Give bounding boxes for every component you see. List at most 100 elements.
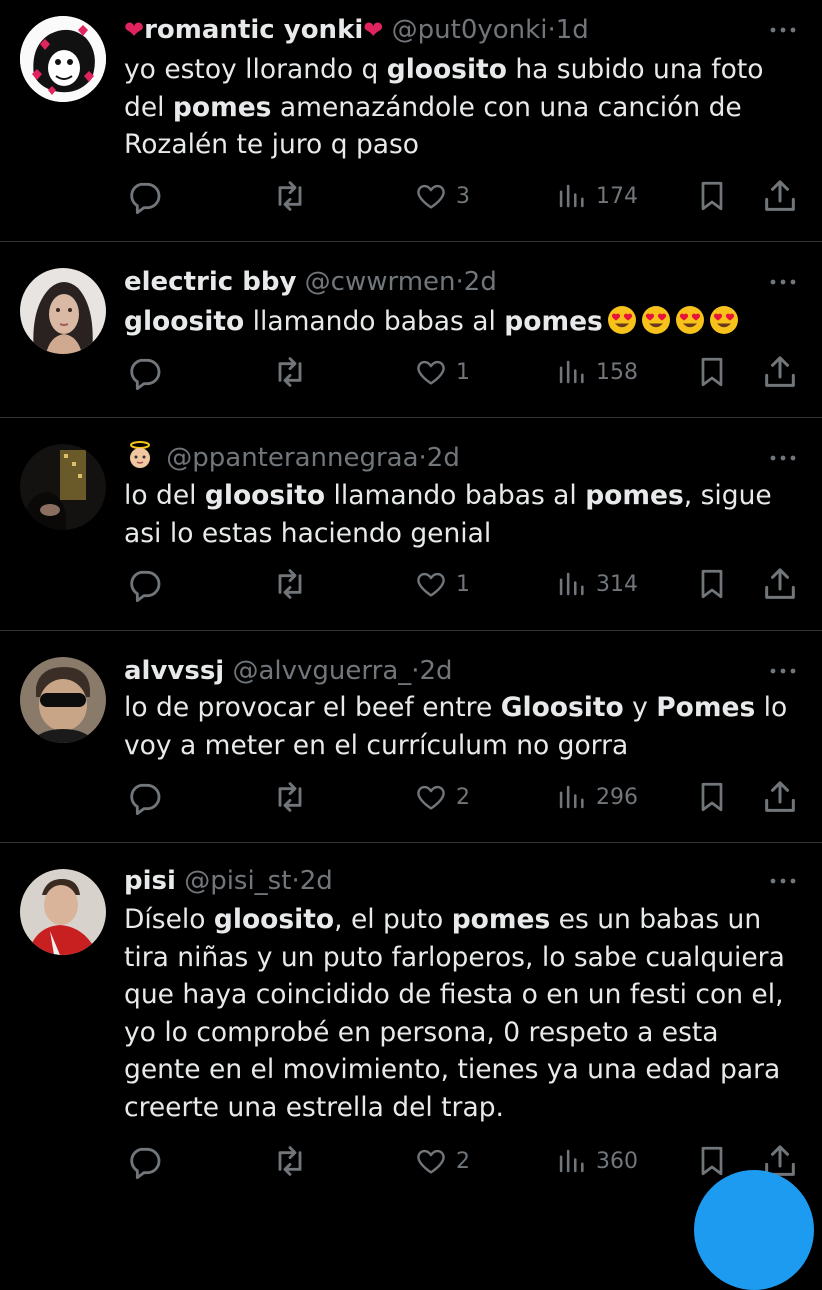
avatar[interactable] [20,268,106,354]
bookmark-button[interactable] [694,777,730,817]
share-icon [765,781,795,812]
tweet[interactable]: ❤romantic yonki❤ @put0yonki·1d yo estoy … [0,0,822,242]
text-line: Rozalén te juro q paso [124,129,420,160]
user-handle[interactable]: @ppanterannegraa [166,443,418,473]
text-line: creerte una estrella del trap. [124,1091,504,1123]
avatar[interactable] [20,869,106,955]
retweet-icon [278,1146,302,1176]
retweet-button[interactable] [270,352,310,392]
views-button[interactable]: 296 [554,777,638,817]
more-icon[interactable] [766,20,800,40]
user-handle[interactable]: @alvvguerra_ [232,656,411,686]
reply-button[interactable] [124,564,164,604]
action-bar: 1 314 [124,564,804,604]
user-handle[interactable]: @put0yonki [392,15,548,45]
more-icon[interactable] [766,272,800,292]
text-line: que haya coincidido de fiesta o en un fe… [124,979,784,1010]
like-button[interactable]: 2 [414,1141,470,1181]
like-button[interactable]: 2 [414,777,470,817]
retweet-button[interactable] [270,777,310,817]
share-button[interactable] [760,564,800,604]
like-button[interactable]: 1 [414,564,470,604]
reply-button[interactable] [124,777,164,817]
retweet-button[interactable] [270,176,310,216]
bookmark-button[interactable] [694,564,730,604]
avatar[interactable] [20,16,106,102]
avatar-image [20,268,106,354]
timestamp[interactable]: 2d [464,267,497,297]
timestamp[interactable]: 2d [300,866,333,896]
reply-button[interactable] [124,352,164,392]
share-icon [765,180,795,211]
display-name[interactable]: electric bby [124,267,296,297]
reply-button[interactable] [124,176,164,216]
text-line: del pomes amenazándole con una canción d… [124,91,742,123]
avatar-image [20,444,106,530]
tweet[interactable]: electric bby @cwwrmen·2d gloosito llaman… [0,242,822,418]
avatar[interactable] [20,657,106,743]
bookmark-button[interactable] [694,1141,730,1181]
text-line: tira niñas y un puto farloperos, lo sabe… [124,941,785,973]
bookmark-button[interactable] [694,352,730,392]
display-name[interactable]: pisi [124,866,176,896]
view-count: 314 [596,571,638,597]
views-icon [559,1149,584,1173]
tweet[interactable]: @ppanterannegraa·2d lo del gloosito llam… [0,418,822,631]
timestamp[interactable]: 2d [427,443,460,473]
display-name[interactable]: alvvssj [124,656,224,686]
share-button[interactable] [760,176,800,216]
avatar-image [20,16,106,102]
views-button[interactable]: 158 [554,352,638,392]
separator-dot: · [455,267,464,297]
heart-eyes-emoji-icon [675,306,704,334]
tweet-text: Díselo gloosito, el puto pomes es un bab… [124,901,792,1126]
text-line: gente en el movimiento, tienes ya una ed… [124,1054,781,1085]
more-icon[interactable] [766,448,800,468]
compose-button[interactable] [694,1170,814,1290]
tweet[interactable]: pisi @pisi_st·2d Díselo gloosito, el put… [0,843,822,1200]
views-icon [559,572,584,596]
views-icon [559,785,584,809]
heart-eyes-emoji-icon [709,306,738,334]
view-count: 360 [596,1148,638,1174]
heart-eyes-emoji-icon [641,306,670,334]
views-icon [559,360,584,384]
views-button[interactable]: 174 [554,176,638,216]
timestamp[interactable]: 2d [420,656,453,686]
like-button[interactable]: 3 [414,176,470,216]
view-count: 174 [596,183,638,209]
tweet-header: alvvssj @alvvguerra_·2d [124,653,782,689]
retweet-button[interactable] [270,564,310,604]
share-icon [765,568,795,599]
tweet-header: electric bby @cwwrmen·2d [124,264,782,300]
views-icon [559,184,584,208]
separator-dot: · [418,443,427,473]
bookmark-icon [701,1146,723,1176]
avatar[interactable] [20,444,106,530]
user-handle[interactable]: @cwwrmen [305,267,456,297]
like-button[interactable]: 1 [414,352,470,392]
views-button[interactable]: 314 [554,564,638,604]
tweet[interactable]: alvvssj @alvvguerra_·2d lo de provocar e… [0,631,822,843]
share-button[interactable] [760,777,800,817]
user-handle[interactable]: @pisi_st [184,866,291,896]
tweet-text: yo estoy llorando q gloosito ha subido u… [124,51,792,164]
reply-icon [130,358,161,391]
views-button[interactable]: 360 [554,1141,638,1181]
angel-emoji-icon [124,440,158,470]
reply-icon [130,570,161,603]
share-button[interactable] [760,352,800,392]
reply-button[interactable] [124,1141,164,1181]
action-bar: 3 174 [124,176,804,216]
separator-dot: · [547,15,556,45]
more-icon[interactable] [766,661,800,681]
avatar-image [20,869,106,955]
timestamp[interactable]: 1d [556,15,589,45]
text-line: gloosito llamando babas al pomes [124,303,792,341]
retweet-button[interactable] [270,1141,310,1181]
bookmark-button[interactable] [694,176,730,216]
display-name[interactable]: romantic yonki [144,15,363,45]
text-line: yo estoy llorando q gloosito ha subido u… [124,54,764,85]
bookmark-icon [701,569,723,599]
more-icon[interactable] [766,871,800,891]
